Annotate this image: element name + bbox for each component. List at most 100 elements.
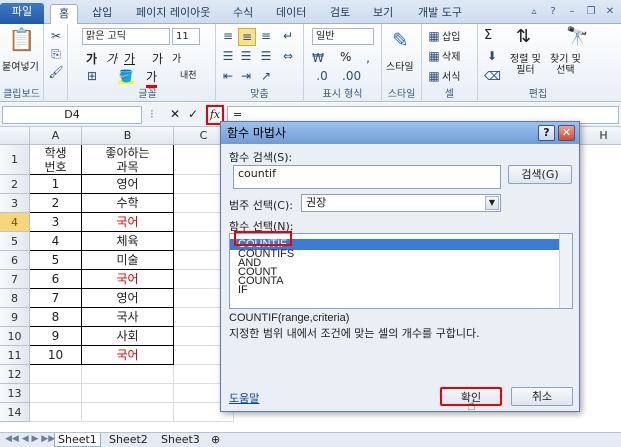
cell-favorite-subject[interactable]: 영어: [82, 175, 174, 194]
sheet-tab-2[interactable]: Sheet2: [106, 433, 151, 447]
paste-button[interactable]: 붙여넣기: [2, 58, 39, 73]
find-select-icon[interactable]: 🔭: [566, 26, 588, 47]
row-header[interactable]: 2: [0, 175, 30, 194]
cell-a1[interactable]: 학생 번호: [30, 145, 82, 175]
help-icon[interactable]: ?: [546, 5, 560, 19]
dialog-close-button[interactable]: ✕: [558, 125, 575, 141]
cell-student-number[interactable]: 6: [30, 270, 82, 289]
cell-empty[interactable]: [82, 403, 174, 422]
delete-cells-button[interactable]: ▦ 삭제: [426, 48, 460, 64]
row-header[interactable]: 7: [0, 270, 30, 289]
percent-button[interactable]: %: [340, 50, 351, 64]
styles-icon[interactable]: ✎: [392, 28, 409, 52]
category-select[interactable]: 권장 ▼: [301, 194, 501, 212]
window-close-icon[interactable]: ✕: [603, 5, 617, 19]
cell-student-number[interactable]: 2: [30, 194, 82, 213]
tab-developer[interactable]: 개발 도구: [410, 4, 470, 24]
grow-font-button[interactable]: 가: [152, 50, 163, 67]
row-header[interactable]: 11: [0, 346, 30, 365]
cut-icon[interactable]: ✂: [48, 28, 64, 44]
cell-student-number[interactable]: 3: [30, 213, 82, 232]
tab-insert[interactable]: 삽입: [84, 4, 120, 24]
cell-student-number[interactable]: 5: [30, 251, 82, 270]
cell-b1[interactable]: 좋아하는 과목: [82, 145, 174, 175]
sheet-nav-icon[interactable]: ◀◀ ◀ ▶ ▶▶: [2, 433, 58, 447]
row-header[interactable]: 8: [0, 289, 30, 308]
merge-icon[interactable]: ⇔: [280, 48, 296, 64]
cell-empty[interactable]: [82, 365, 174, 384]
new-sheet-icon[interactable]: ⊕: [208, 433, 223, 447]
window-minimize-icon[interactable]: –: [565, 5, 579, 19]
align-middle-icon[interactable]: ≡: [238, 28, 256, 46]
function-search-input[interactable]: countif: [233, 165, 501, 189]
cell-favorite-subject[interactable]: 사회: [82, 327, 174, 346]
wrap-text-icon[interactable]: ↵: [280, 28, 296, 44]
cell-favorite-subject[interactable]: 미술: [82, 251, 174, 270]
sort-filter-icon[interactable]: ⇅: [516, 26, 531, 47]
row-header[interactable]: 6: [0, 251, 30, 270]
bold-button[interactable]: 가: [86, 50, 97, 67]
copy-icon[interactable]: ⎘: [48, 46, 64, 62]
align-center-icon[interactable]: ☰: [238, 48, 254, 64]
paste-icon[interactable]: 📋: [8, 28, 35, 53]
row-header[interactable]: 5: [0, 232, 30, 251]
cell-empty[interactable]: [30, 403, 82, 422]
clear-icon[interactable]: ⌫: [484, 68, 501, 84]
help-link[interactable]: 도움말: [229, 390, 259, 406]
comma-icon[interactable]: ,: [360, 50, 376, 66]
select-all-corner[interactable]: [0, 127, 30, 145]
font-name-select[interactable]: 맑은 고딕: [82, 28, 170, 45]
underline-button[interactable]: 가: [124, 50, 135, 67]
align-right-icon[interactable]: ☰: [258, 48, 274, 64]
cancel-formula-icon[interactable]: ✕: [170, 107, 180, 121]
tab-data[interactable]: 데이터: [268, 4, 314, 24]
column-header-h[interactable]: H: [580, 127, 621, 145]
column-header-b[interactable]: B: [82, 127, 174, 145]
orientation-icon[interactable]: ↗: [258, 68, 274, 84]
row-header[interactable]: 14: [0, 403, 30, 422]
cell-student-number[interactable]: 10: [30, 346, 82, 365]
cell-favorite-subject[interactable]: 국어: [82, 346, 174, 365]
find-select-button[interactable]: 찾기 및 선택: [550, 54, 581, 76]
decrease-decimal-icon[interactable]: .00: [342, 68, 361, 84]
cell-empty[interactable]: [30, 384, 82, 403]
window-restore-icon[interactable]: ❐: [584, 5, 598, 19]
border-icon[interactable]: ⊞: [84, 68, 100, 84]
tab-page-layout[interactable]: 페이지 레이아웃: [128, 4, 218, 24]
align-left-icon[interactable]: ☰: [220, 48, 236, 64]
italic-button[interactable]: 가: [106, 50, 117, 67]
tab-home[interactable]: 홈: [50, 4, 79, 24]
row-header[interactable]: 3: [0, 194, 30, 213]
cell-student-number[interactable]: 4: [30, 232, 82, 251]
cell-student-number[interactable]: 9: [30, 327, 82, 346]
sheet-tab-3[interactable]: Sheet3: [158, 433, 203, 447]
decrease-indent-icon[interactable]: ⇤: [220, 68, 236, 84]
cell-empty[interactable]: [82, 384, 174, 403]
cell-favorite-subject[interactable]: 국어: [82, 213, 174, 232]
cancel-button[interactable]: 취소: [511, 387, 573, 406]
function-item-countifs[interactable]: COUNTIFS: [230, 249, 572, 260]
cell-favorite-subject[interactable]: 체육: [82, 232, 174, 251]
font-size-select[interactable]: 11: [172, 28, 200, 45]
tab-file[interactable]: 파일: [0, 3, 44, 24]
chevron-down-icon[interactable]: ▼: [485, 196, 499, 210]
function-item-and[interactable]: AND: [230, 258, 572, 269]
styles-button[interactable]: 스타일: [386, 58, 414, 73]
cell-student-number[interactable]: 1: [30, 175, 82, 194]
cell-student-number[interactable]: 7: [30, 289, 82, 308]
cell-empty[interactable]: [30, 365, 82, 384]
minimize-ribbon-icon[interactable]: ▵: [527, 5, 541, 19]
cell-favorite-subject[interactable]: 국어: [82, 270, 174, 289]
shrink-font-button[interactable]: 가: [172, 50, 181, 65]
format-painter-icon[interactable]: 🖌: [48, 64, 64, 80]
align-bottom-icon[interactable]: ≡: [258, 28, 274, 44]
cell-student-number[interactable]: 8: [30, 308, 82, 327]
fill-icon[interactable]: ⬇: [484, 48, 500, 64]
currency-icon[interactable]: ₩: [310, 50, 326, 66]
row-header[interactable]: 4: [0, 213, 30, 232]
row-header[interactable]: 13: [0, 384, 30, 403]
increase-indent-icon[interactable]: ⇥: [238, 68, 254, 84]
function-list-scrollbar[interactable]: [559, 234, 572, 308]
tab-formulas[interactable]: 수식: [225, 4, 261, 24]
cell-favorite-subject[interactable]: 영어: [82, 289, 174, 308]
